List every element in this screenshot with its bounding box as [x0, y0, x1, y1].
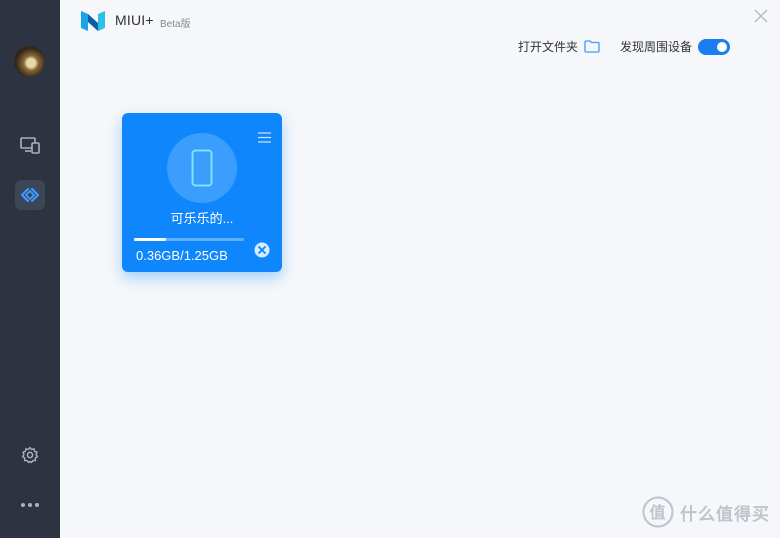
device-card[interactable]: 可乐乐的... 0.36GB/1.25GB [122, 113, 282, 272]
phone-icon [191, 149, 213, 187]
cancel-transfer-icon[interactable] [254, 242, 270, 258]
more-icon [21, 503, 39, 507]
folder-icon [584, 40, 600, 53]
sidebar [0, 0, 60, 538]
open-folder-button[interactable]: 打开文件夹 [518, 38, 600, 55]
sidebar-item-settings[interactable] [15, 440, 45, 470]
smzdm-logo-icon: 值 [642, 496, 674, 528]
watermark-text: 什么值得买 [680, 504, 770, 524]
share-icon [20, 187, 40, 203]
sidebar-item-devices[interactable] [15, 130, 45, 160]
toggle-knob [717, 41, 728, 52]
discover-label: 发现周围设备 [620, 40, 693, 54]
app-title: MIUI+ [115, 12, 154, 28]
devices-icon [20, 137, 40, 154]
watermark: 值 什么值得买 [642, 496, 770, 528]
sidebar-item-more[interactable] [15, 490, 45, 520]
sidebar-item-share[interactable] [15, 180, 45, 210]
menu-icon[interactable] [258, 132, 271, 143]
close-icon[interactable] [754, 9, 768, 23]
gear-icon [21, 446, 39, 464]
main-panel: MIUI+ Beta版 打开文件夹 发现周围设备 可乐乐的... 0.36GB/… [60, 0, 780, 538]
transfer-size: 0.36GB/1.25GB [136, 248, 228, 263]
discover-toggle[interactable] [698, 38, 731, 55]
discover-devices: 发现周围设备 [620, 38, 731, 55]
beta-label: Beta版 [160, 19, 191, 30]
avatar[interactable] [14, 46, 45, 77]
open-folder-label: 打开文件夹 [518, 40, 579, 54]
svg-text:值: 值 [649, 503, 666, 522]
transfer-progress [134, 238, 244, 241]
phone-avatar [167, 133, 237, 203]
transfer-progress-fill [134, 238, 166, 241]
miui-logo-icon [81, 11, 105, 31]
device-name: 可乐乐的... [170, 211, 234, 226]
